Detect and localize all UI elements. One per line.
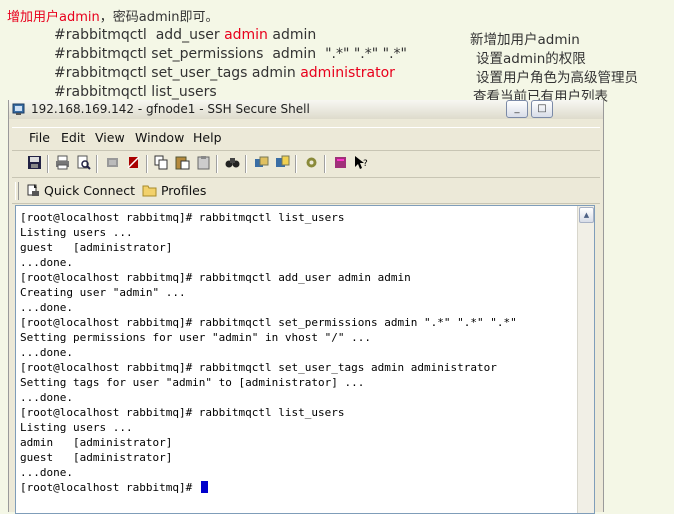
copy-icon[interactable] — [153, 155, 170, 172]
toolbar-separator — [146, 155, 148, 173]
instruction-note: 增加用户admin，密码admin即可。 #rabbitmqctl add_us… — [0, 0, 674, 108]
intro-suffix: ，密码admin即可。 — [99, 10, 219, 25]
desc-set-permissions: 设置admin的权限 — [476, 51, 586, 67]
cmd-set-tags-role: administrator — [300, 65, 395, 81]
quick-connect-label: Quick Connect — [43, 183, 135, 198]
cmd-list-users: #rabbitmqctl list_users — [54, 84, 217, 100]
cmd-add-user-pass: admin — [267, 27, 317, 43]
folder-icon — [142, 185, 157, 197]
terminal-line: [root@localhost rabbitmq]# rabbitmqctl s… — [20, 361, 497, 374]
print-icon[interactable] — [54, 155, 71, 172]
menu-view[interactable]: View — [95, 130, 125, 145]
profiles-button[interactable]: Profiles — [142, 182, 206, 200]
toolbar-separator — [216, 155, 218, 173]
cmd-set-permissions: #rabbitmqctl set_permissions admin ".*" … — [54, 46, 407, 62]
terminal-line: [root@localhost rabbitmq]# rabbitmqctl l… — [20, 211, 345, 224]
terminal-line: guest [administrator] — [20, 241, 173, 254]
file-transfer-icon[interactable] — [253, 155, 270, 172]
profile-icon[interactable] — [104, 155, 121, 172]
terminal-line: ...done. — [20, 466, 73, 479]
cmd-set-tags: #rabbitmqctl set_user_tags admin adminis… — [54, 65, 395, 81]
toolbar-grip[interactable] — [15, 182, 19, 200]
terminal-line: [root@localhost rabbitmq]# — [20, 481, 208, 494]
save-icon[interactable] — [26, 155, 43, 172]
terminal-icon — [12, 103, 25, 115]
terminal-line: [root@localhost rabbitmq]# rabbitmqctl a… — [20, 271, 411, 284]
terminal-line: Setting permissions for user "admin" in … — [20, 331, 371, 344]
cmd-set-tags-text: #rabbitmqctl set_user_tags admin — [54, 65, 301, 81]
menu-help[interactable]: Help — [193, 130, 222, 145]
toolbar-separator — [295, 155, 297, 173]
intro-user: admin — [59, 10, 100, 25]
desc-add-user: 新增加用户admin — [470, 32, 580, 48]
cmd-add-user-name: admin — [224, 27, 268, 43]
window-title: 192.168.169.142 - gfnode1 - SSH Secure S… — [31, 102, 310, 116]
toolbar-separator — [47, 155, 49, 173]
terminal-line: admin [administrator] — [20, 436, 173, 449]
terminal-line: ...done. — [20, 391, 73, 404]
toolbar-separator — [96, 155, 98, 173]
intro-text: 增加用户admin，密码admin即可。 — [7, 6, 218, 25]
terminal[interactable]: [root@localhost rabbitmq]# rabbitmqctl l… — [15, 205, 595, 514]
cmd-add-user-text: #rabbitmqctl add_user — [54, 27, 225, 43]
quick-connect-bar: Quick Connect Profiles — [12, 179, 600, 204]
terminal-line: [root@localhost rabbitmq]# rabbitmqctl l… — [20, 406, 345, 419]
terminal-line: ...done. — [20, 346, 73, 359]
menu-bar: File Edit View Window Help — [12, 127, 600, 148]
context-help-icon[interactable]: ? — [353, 155, 370, 172]
desc-set-tags: 设置用户角色为高级管理员 — [476, 70, 638, 86]
terminal-line: ...done. — [20, 301, 73, 314]
ssh-window: 192.168.169.142 - gfnode1 - SSH Secure S… — [8, 100, 604, 514]
menu-window[interactable]: Window — [135, 130, 184, 145]
svg-text:?: ? — [363, 159, 368, 169]
print-preview-icon[interactable] — [75, 155, 92, 172]
settings-icon[interactable] — [274, 155, 291, 172]
cmd-add-user: #rabbitmqctl add_user admin admin — [54, 27, 316, 43]
menu-edit[interactable]: Edit — [61, 130, 85, 145]
clipboard-icon[interactable] — [195, 155, 212, 172]
profiles-label: Profiles — [160, 183, 207, 198]
quick-connect-button[interactable]: Quick Connect — [26, 182, 135, 200]
disconnect-icon[interactable] — [125, 155, 142, 172]
title-bar[interactable]: 192.168.169.142 - gfnode1 - SSH Secure S… — [9, 100, 603, 119]
terminal-line: guest [administrator] — [20, 451, 173, 464]
vertical-scrollbar[interactable]: ▲ — [577, 206, 594, 513]
toolbar-separator — [245, 155, 247, 173]
minimize-button[interactable]: _ — [506, 100, 528, 118]
scroll-up-button[interactable]: ▲ — [579, 207, 594, 223]
maximize-button[interactable]: □ — [531, 100, 553, 118]
find-icon[interactable] — [224, 155, 241, 172]
terminal-line: ...done. — [20, 256, 73, 269]
intro-prefix: 增加用户 — [7, 10, 60, 25]
terminal-line: Listing users ... — [20, 421, 133, 434]
terminal-line: Listing users ... — [20, 226, 133, 239]
text-cursor — [200, 481, 208, 493]
help-book-icon[interactable] — [332, 155, 349, 172]
menu-file[interactable]: File — [29, 130, 50, 145]
paste-icon[interactable] — [174, 155, 191, 172]
terminal-line: Creating user "admin" ... — [20, 286, 186, 299]
gear-icon[interactable] — [303, 155, 320, 172]
toolbar: ? — [12, 150, 600, 178]
quick-connect-icon — [27, 184, 39, 196]
terminal-line: Setting tags for user "admin" to [admini… — [20, 376, 365, 389]
terminal-line: [root@localhost rabbitmq]# rabbitmqctl s… — [20, 316, 517, 329]
toolbar-separator — [324, 155, 326, 173]
